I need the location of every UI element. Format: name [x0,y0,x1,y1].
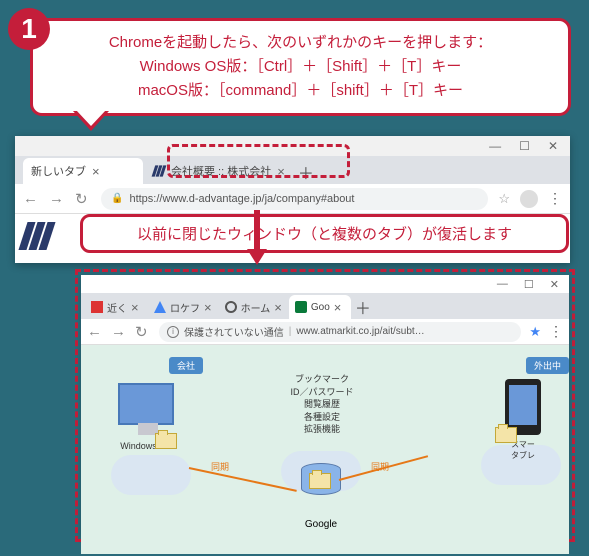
callout-line: Chromeを起動したら、次のいずれかのキーを押します： [49,31,552,55]
back-button[interactable]: ← [23,190,39,207]
maximize-button[interactable]: ☐ [519,139,530,153]
sync-label: 同期 [371,460,389,473]
tab-close-icon[interactable]: × [204,300,212,315]
browser-tab[interactable]: 新しいタブ × [23,158,143,184]
tab-close-icon[interactable]: × [131,300,139,315]
browser-tab-active[interactable]: Goo × [289,295,351,319]
callout-line: Windows OS版：［Ctrl］＋［Shift］＋［T］キー [49,55,552,79]
tab-label: ロケフ [170,300,200,315]
window-titlebar: — ☐ ✕ [81,275,569,293]
new-tab-button[interactable]: ＋ [352,295,374,319]
folder-icon [155,433,177,449]
sync-label: 同期 [211,460,229,473]
lock-icon: 🔒 [111,193,123,204]
menu-button[interactable]: ⋮ [549,323,563,340]
menu-button[interactable]: ⋮ [548,190,562,207]
favicon-icon [153,165,164,176]
browser-window-after: — ☐ ✕ 近く× ロケフ× ホーム× Goo× ＋ ← → ↻ i 保護されて… [81,275,569,536]
monitor-icon [118,383,174,425]
url-text: www.atmarkit.co.jp/ait/subt… [296,326,424,337]
tab-close-icon[interactable]: × [274,300,282,315]
database-node: ブックマーク ID／パスワード 閲覧履歴 各種設定 拡張機能 Google [301,463,341,530]
close-button[interactable]: ✕ [550,278,559,291]
minimize-button[interactable]: — [497,278,508,290]
folder-icon [495,427,517,443]
cloud-icon [111,455,191,495]
pc-label: Windows PC [101,441,191,451]
phone-node: スマー タブレ [493,379,553,461]
folder-icon [309,473,331,489]
insecure-label: 保護されていない通信 [184,324,284,339]
tab-close-icon[interactable]: × [334,300,342,315]
pc-node: Windows PC [101,383,191,451]
tag-outside: 外出中 [526,357,569,374]
url-bar: ← → ↻ i 保護されていない通信 | www.atmarkit.co.jp/… [81,319,569,345]
browser-tab[interactable]: ホーム× [219,295,288,319]
tab-close-icon[interactable]: × [92,164,100,179]
reload-button[interactable]: ↻ [135,323,151,341]
instruction-callout: Chromeを起動したら、次のいずれかのキーを押します： Windows OS版… [30,18,571,116]
url-text: https://www.d-advantage.jp/ja/company#ab… [129,193,354,205]
step-number-badge: 1 [8,8,50,50]
tab-strip: 近く× ロケフ× ホーム× Goo× ＋ [81,293,569,319]
back-button[interactable]: ← [87,323,103,340]
favicon-icon [91,301,103,313]
tag-company: 会社 [169,357,203,374]
result-callout: 以前に閉じたウィンドウ（と複数のタブ）が復活します [80,214,569,253]
page-content-diagram: 会社 外出中 Windows PC ブックマーク ID／パスワード 閲覧履歴 各… [81,345,569,554]
favicon-icon [295,301,307,313]
address-input[interactable]: 🔒 https://www.d-advantage.jp/ja/company#… [101,188,488,210]
bookmark-star-icon[interactable]: ★ [529,324,541,340]
browser-tab[interactable]: ロケフ × [148,295,218,319]
bookmark-star-icon[interactable]: ☆ [498,191,510,207]
tab-label: 近く [107,300,127,315]
tab-label: 新しいタブ [31,163,86,179]
url-bar: ← → ↻ 🔒 https://www.d-advantage.jp/ja/co… [15,184,570,214]
close-button[interactable]: ✕ [548,139,558,153]
browser-tab[interactable]: 近く × [85,295,147,319]
profile-avatar[interactable] [520,190,538,208]
highlight-restored-tab [167,144,350,178]
maximize-button[interactable]: ☐ [524,278,534,291]
google-label: Google [301,519,341,530]
favicon-icon [225,301,237,313]
insecure-info-icon[interactable]: i [167,326,179,338]
callout-line: macOS版：［command］＋［shift］＋［T］キー [49,79,552,103]
highlight-restored-window: — ☐ ✕ 近く× ロケフ× ホーム× Goo× ＋ ← → ↻ i 保護されて… [75,269,575,542]
db-features-label: ブックマーク ID／パスワード 閲覧履歴 各種設定 拡張機能 [277,373,367,436]
favicon-icon [154,301,166,313]
site-logo-icon [23,222,51,250]
arrow-down-icon [247,249,267,265]
tab-label: ホーム [241,300,271,315]
tab-label: Goo [311,302,330,313]
forward-button[interactable]: → [111,323,127,340]
address-input[interactable]: i 保護されていない通信 | www.atmarkit.co.jp/ait/su… [159,322,521,342]
forward-button[interactable]: → [49,190,65,207]
reload-button[interactable]: ↻ [75,190,91,208]
minimize-button[interactable]: — [489,139,501,153]
